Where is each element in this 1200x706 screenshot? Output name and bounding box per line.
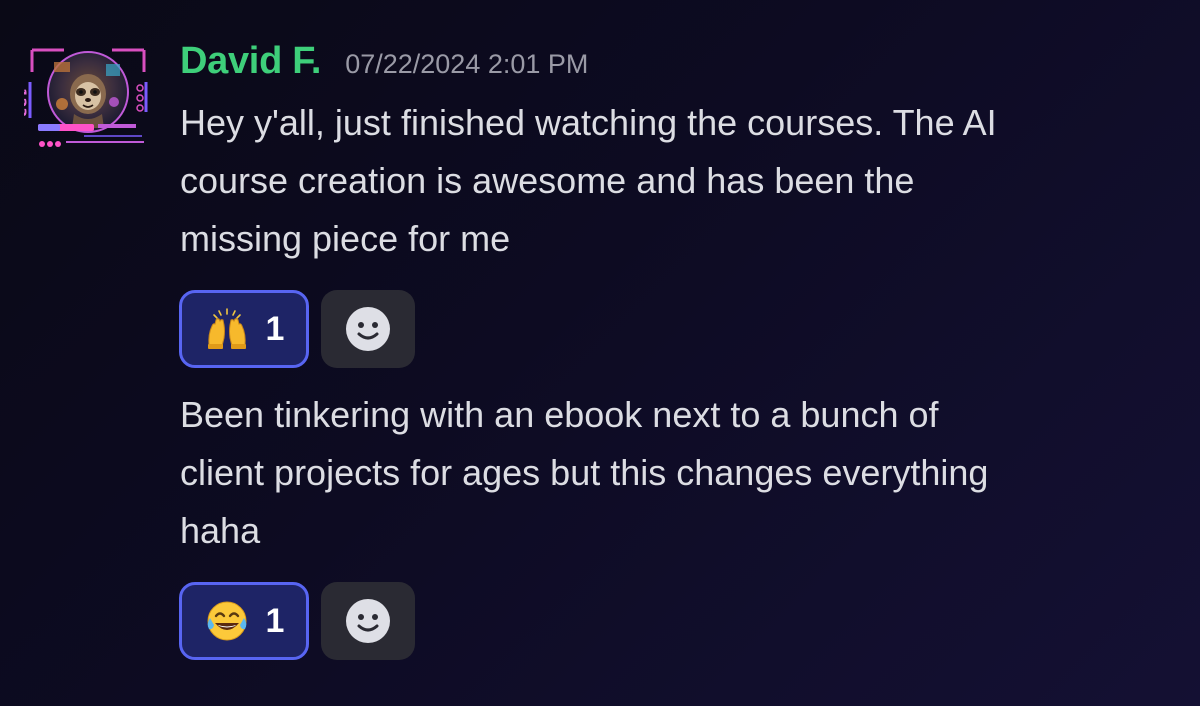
add-reaction-button[interactable] (321, 290, 415, 368)
message-text: Been tinkering with an ebook next to a b… (180, 394, 989, 551)
reaction-bar: 1 (179, 290, 415, 368)
author-name[interactable]: David F. (180, 40, 322, 83)
chat-message: 123 David F. 07/22/2024 2:01 PM Hey y'al… (0, 0, 1200, 706)
tears-of-joy-emoji (207, 601, 247, 641)
raising-hands-emoji (207, 308, 246, 349)
smiley-face-icon (346, 599, 390, 643)
svg-text:123: 123 (24, 88, 28, 117)
reaction-bar: 1 (179, 582, 415, 660)
reaction-count: 1 (265, 309, 285, 348)
add-reaction-button[interactable] (321, 582, 415, 660)
message-text: Hey y'all, just finished watching the co… (180, 102, 997, 259)
reaction-tears-of-joy[interactable]: 1 (179, 582, 309, 660)
avatar[interactable]: 123 (24, 42, 152, 154)
reaction-count: 1 (265, 601, 285, 640)
message-timestamp: 07/22/2024 2:01 PM (345, 49, 589, 79)
message-header: David F. 07/22/2024 2:01 PM (180, 40, 588, 90)
smiley-face-icon (346, 307, 390, 351)
reaction-raising-hands[interactable]: 1 (179, 290, 309, 368)
sloth-cyberpunk-avatar-icon: 123 (24, 48, 148, 147)
